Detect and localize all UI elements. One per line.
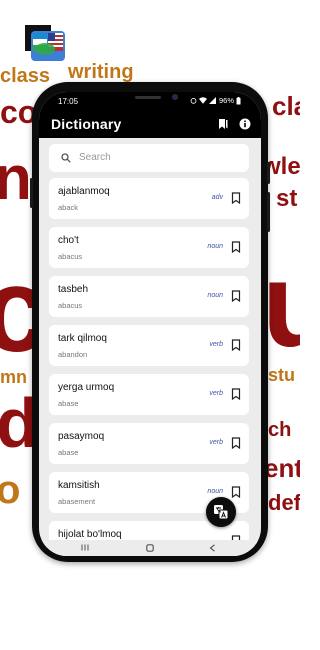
cloud-word: st: [276, 185, 298, 212]
phone-frame: 17:05 96% Dictionary Search ajablanmoq a…: [30, 82, 270, 562]
back-icon[interactable]: [209, 544, 216, 552]
front-camera: [172, 94, 178, 100]
bookmark-icon[interactable]: [231, 290, 241, 302]
phone-side-button: [30, 178, 33, 208]
list-item[interactable]: ajablanmoq aback adv: [49, 178, 249, 219]
entry-translation: abandon: [58, 350, 88, 359]
entry-part-of-speech: verb: [209, 390, 223, 397]
system-navigation-bar: [39, 540, 261, 556]
entry-word: cho't: [58, 235, 79, 246]
app-screen: 17:05 96% Dictionary Search ajablanmoq a…: [39, 92, 261, 556]
bookmark-icon[interactable]: [231, 437, 241, 449]
wifi-icon: [198, 97, 207, 104]
alarm-icon: [190, 97, 197, 104]
entry-word: tark qilmoq: [58, 333, 107, 344]
translate-icon: [214, 505, 229, 520]
list-item[interactable]: yerga urmoq abase verb: [49, 374, 249, 415]
entry-translation: abacus: [58, 301, 83, 310]
bookmarks-icon[interactable]: [217, 118, 229, 130]
bookmark-icon[interactable]: [231, 486, 241, 498]
bookmark-icon[interactable]: [231, 339, 241, 351]
signal-icon: [208, 97, 216, 104]
phone-side-button: [267, 162, 270, 184]
list-item[interactable]: pasaymoq abase verb: [49, 423, 249, 464]
entry-part-of-speech: adv: [211, 194, 223, 201]
entry-translation: abacus: [58, 252, 83, 261]
cloud-word: defi: [268, 490, 300, 515]
cloud-word: stu: [268, 365, 295, 385]
entry-translation: abase: [58, 448, 79, 457]
list-item[interactable]: tark qilmoq abandon verb: [49, 325, 249, 366]
info-icon[interactable]: [239, 118, 251, 130]
entry-word: pasaymoq: [58, 431, 105, 442]
status-icons: 96%: [190, 96, 241, 105]
app-logo: [25, 25, 65, 65]
entry-translation: abase: [58, 399, 79, 408]
home-icon[interactable]: [146, 544, 154, 552]
status-bar: 17:05 96%: [39, 92, 261, 110]
translate-fab-button[interactable]: [206, 497, 236, 527]
app-bar: Dictionary: [39, 110, 261, 138]
entry-translation: aback: [58, 203, 79, 212]
cloud-word: class: [0, 65, 51, 87]
entry-word: hijolat bo'lmoq: [58, 529, 122, 540]
entry-part-of-speech: verb: [209, 341, 223, 348]
cloud-word: class: [272, 91, 300, 121]
bookmark-icon[interactable]: [231, 192, 241, 204]
speaker-grille: [135, 96, 161, 99]
bookmark-icon[interactable]: [231, 388, 241, 400]
flags-logo-icon: [25, 25, 65, 61]
entry-word: ajablanmoq: [58, 186, 110, 197]
entry-word: kamsitish: [58, 480, 100, 491]
search-icon: [61, 153, 71, 163]
entry-part-of-speech: noun: [207, 488, 223, 495]
page-title: Dictionary: [51, 116, 122, 132]
list-item[interactable]: cho't abacus noun: [49, 227, 249, 268]
entry-part-of-speech: noun: [207, 243, 223, 250]
recents-icon[interactable]: [81, 544, 89, 551]
status-time: 17:05: [58, 97, 79, 106]
entry-part-of-speech: noun: [207, 292, 223, 299]
entry-word: yerga urmoq: [58, 382, 115, 393]
cloud-word: writing: [68, 61, 134, 83]
list-item[interactable]: tasbeh abacus noun: [49, 276, 249, 317]
entry-translation: abasement: [58, 497, 96, 506]
cloud-word: ch: [268, 419, 292, 441]
phone-side-button: [267, 192, 270, 232]
bookmark-icon[interactable]: [231, 241, 241, 253]
cloud-word: o: [0, 468, 21, 512]
entry-part-of-speech: verb: [209, 439, 223, 446]
cloud-word: ent: [264, 453, 300, 483]
entry-word: tasbeh: [58, 284, 89, 295]
search-placeholder: Search: [79, 152, 111, 163]
battery-level: 96%: [218, 96, 234, 105]
battery-icon: [236, 96, 241, 104]
search-input[interactable]: Search: [49, 144, 249, 172]
